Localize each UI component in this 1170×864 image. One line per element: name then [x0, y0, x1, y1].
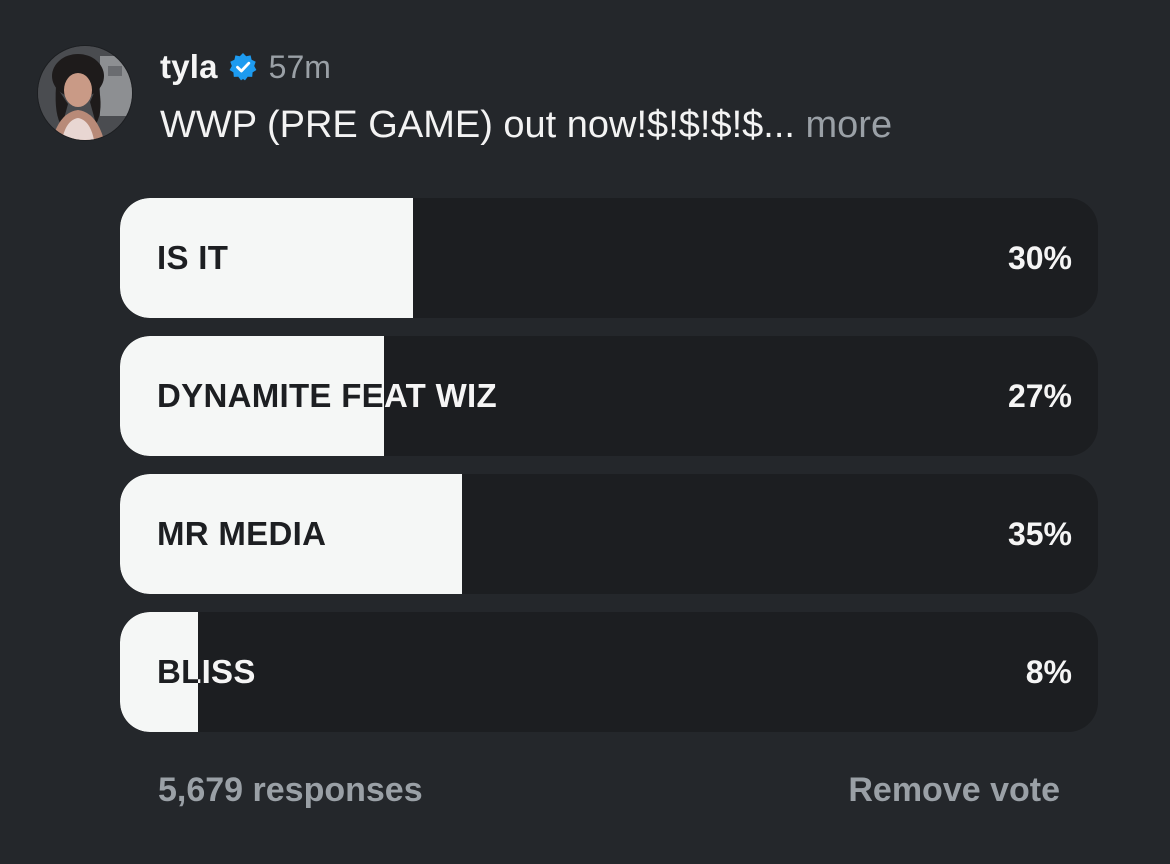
poll-option-label-mask: BLISS	[120, 612, 198, 732]
remove-vote-button[interactable]: Remove vote	[848, 771, 1060, 810]
poll-option-percent: 8%	[1025, 654, 1072, 690]
poll-option-label-mask: DYNAMITE FEAT WIZ	[120, 336, 384, 456]
poll-option[interactable]: DYNAMITE FEAT WIZDYNAMITE FEAT WIZ27%	[120, 336, 1098, 456]
post-header: tyla 57m	[160, 48, 331, 86]
more-link[interactable]: more	[795, 104, 893, 146]
poll-option-label-on-fill: DYNAMITE FEAT WIZ	[157, 377, 384, 414]
poll-option-label-mask: MR MEDIA	[120, 474, 462, 594]
avatar[interactable]	[37, 45, 133, 141]
username[interactable]: tyla	[160, 48, 218, 86]
poll-option[interactable]: MR MEDIA MR MEDIA 35%	[120, 474, 1098, 594]
poll-option-label-mask: IS IT	[120, 198, 413, 318]
poll-option-percent: 35%	[1007, 516, 1072, 552]
poll-option[interactable]: IS IT IS IT 30%	[120, 198, 1098, 318]
verified-badge-icon	[228, 52, 258, 82]
poll-option-label-on-fill: MR MEDIA	[157, 515, 327, 552]
post-timestamp: 57m	[268, 48, 331, 85]
poll-option-percent: 27%	[1007, 378, 1072, 414]
poll-option[interactable]: BLISSBLISS8%	[120, 612, 1098, 732]
poll-option-label-on-fill: BLISS	[157, 653, 198, 690]
responses-count: 5,679 responses	[158, 771, 423, 809]
caption-text: WWP (PRE GAME) out now!$!$!$!$...	[160, 104, 795, 146]
poll: IS IT IS IT 30% DYNAMITE FEAT WIZ DYNAMITE F…	[120, 198, 1098, 750]
poll-option-percent: 30%	[1007, 240, 1072, 276]
poll-option-label-on-fill: IS IT	[157, 239, 229, 276]
poll-footer: 5,679 responses Remove vote	[158, 771, 1060, 810]
post-caption: WWP (PRE GAME) out now!$!$!$!$... more	[160, 104, 892, 147]
